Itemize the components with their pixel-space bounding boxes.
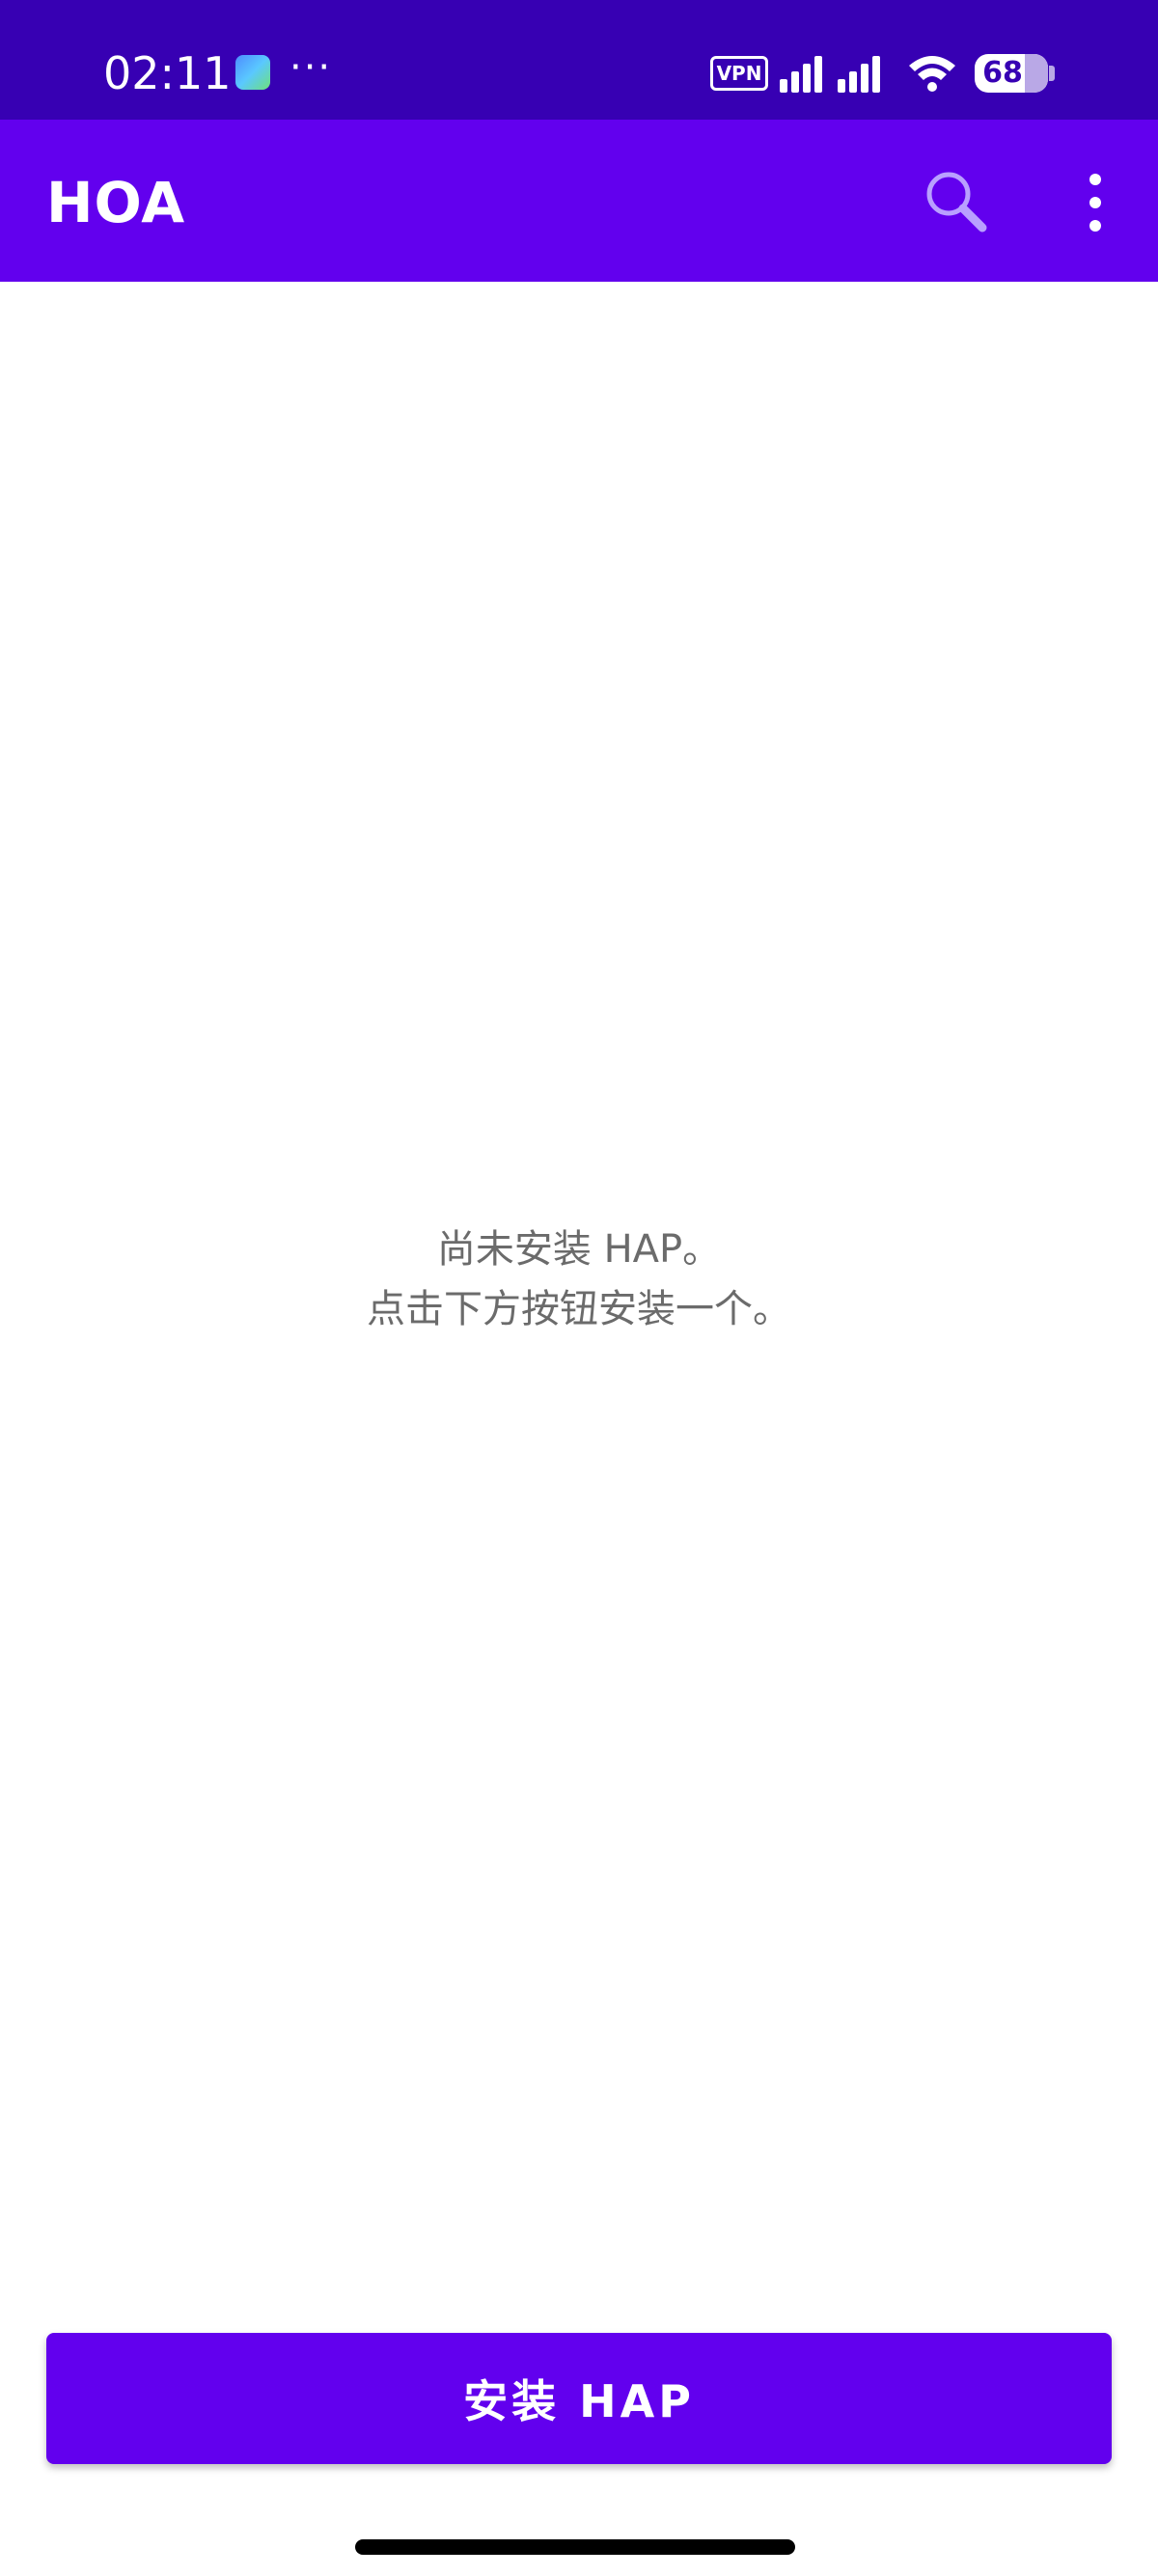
signal-strength-icon	[780, 56, 880, 93]
battery-level-text: 68	[982, 56, 1023, 90]
app-title: HOA	[46, 170, 186, 235]
install-hap-button[interactable]: 安装 HAP	[46, 2333, 1112, 2464]
notification-overflow-indicator: ···	[290, 45, 333, 90]
vpn-icon: VPN	[710, 56, 768, 91]
home-indicator[interactable]	[355, 2539, 795, 2555]
empty-state-line-1: 尚未安装 HAP。	[436, 1227, 722, 1272]
empty-state-message: 尚未安装 HAP。 点击下方按钮安装一个。	[0, 1219, 1158, 1339]
app-bar: HOA	[0, 120, 1158, 282]
wifi-icon	[909, 56, 955, 92]
more-vert-icon-dot	[1089, 197, 1101, 208]
status-time: 02:11	[103, 47, 232, 99]
screen: 02:11 ··· VPN 68 HOA 尚未安装 HAP。 点击下方按钮安装一…	[0, 0, 1158, 2576]
empty-state-line-2: 点击下方按钮安装一个。	[367, 1287, 791, 1331]
more-options-button[interactable]	[1071, 172, 1119, 233]
battery-tip	[1049, 66, 1055, 81]
more-vert-icon-dot	[1089, 174, 1101, 185]
more-vert-icon-dot	[1089, 220, 1101, 232]
status-bar: 02:11 ··· VPN 68	[0, 0, 1158, 120]
battery-icon: 68	[975, 54, 1048, 93]
search-icon[interactable]	[919, 164, 994, 239]
gallery-app-icon	[235, 55, 270, 90]
